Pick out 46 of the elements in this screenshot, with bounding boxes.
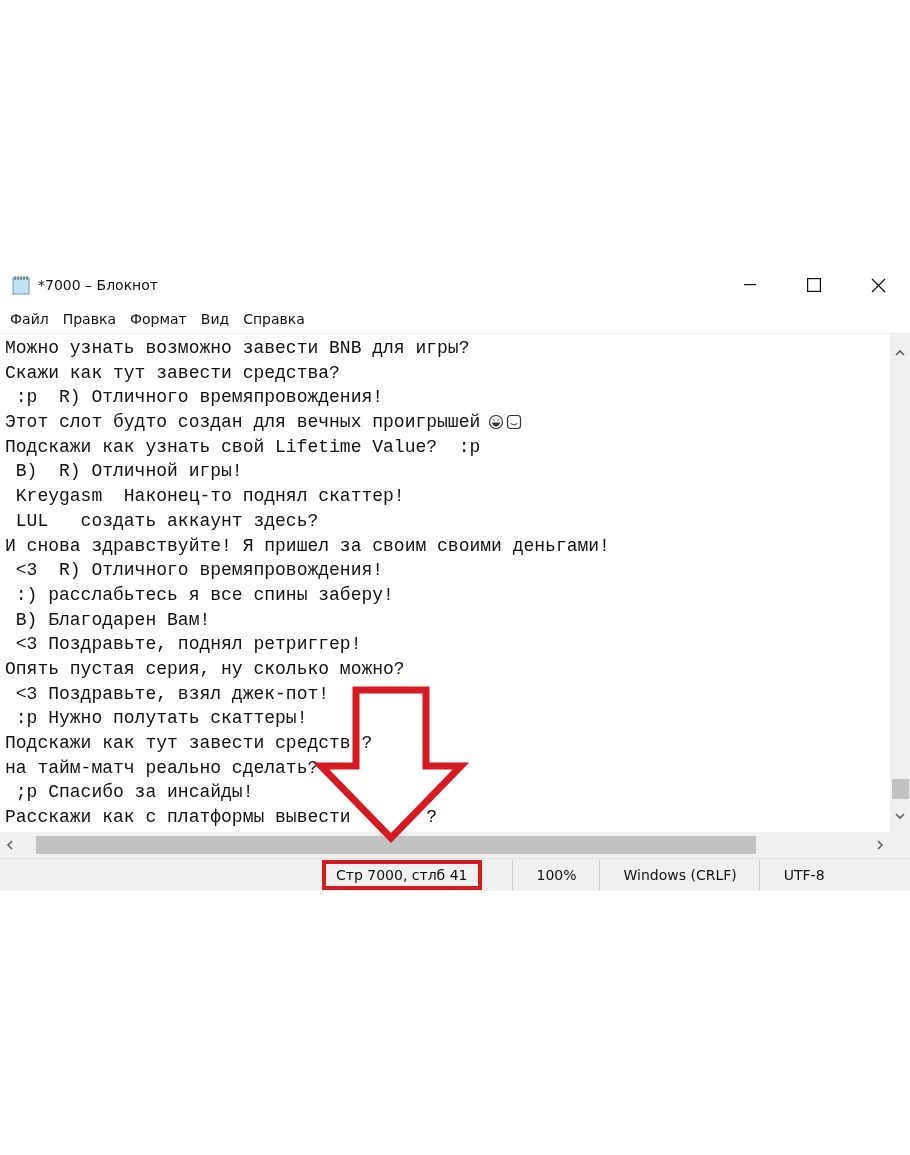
text-line: на тайм-матч реально сделать? bbox=[5, 756, 319, 780]
text-fragment: ? bbox=[361, 732, 373, 755]
menu-item[interactable]: Файл bbox=[4, 311, 57, 327]
text-line: B) R) Отличной игры! bbox=[14, 460, 243, 484]
text-line: Скажи как тут завести средства? bbox=[5, 361, 340, 385]
text-line: Расскажи как с платформы вывести bbox=[5, 806, 351, 830]
scroll-thumb[interactable] bbox=[891, 779, 909, 799]
text-line: :p Нужно полутать скаттеры! bbox=[14, 707, 308, 731]
text-line: И снова здравствуйте! Я пришел за своим своими деньгами! bbox=[5, 534, 610, 558]
scroll-right-icon[interactable] bbox=[876, 840, 884, 850]
text-fragment: ? bbox=[426, 806, 438, 830]
text-line: <3 R) Отличного времяпровождения! bbox=[14, 559, 384, 583]
text-line: Подскажи как тут завести средств bbox=[5, 732, 351, 755]
menu-item[interactable]: Формат bbox=[123, 311, 195, 327]
text-line: LUL создать аккаунт здесь? bbox=[14, 509, 319, 533]
text-line: Kreygasm Наконец-то поднял скаттер! bbox=[14, 485, 405, 509]
menu-item[interactable]: Правка bbox=[56, 311, 124, 327]
text-line: Этот слот будто создан для вечных проигрышей bbox=[5, 411, 481, 435]
horizontal-scrollbar[interactable] bbox=[0, 832, 910, 858]
scroll-down-icon[interactable] bbox=[895, 812, 905, 820]
text-line: :p R) Отличного времяпровождения! bbox=[14, 386, 384, 410]
maximize-icon bbox=[807, 278, 821, 292]
close-icon bbox=[870, 277, 886, 293]
text-line: <3 Поздравьте, поднял ретриггер! bbox=[14, 633, 362, 657]
notepad-icon bbox=[12, 275, 30, 295]
text-line: Можно узнать возможно завести BNB для игры? bbox=[5, 337, 470, 360]
text-line: B) Благодарен Вам! bbox=[14, 608, 211, 632]
smiley-icon bbox=[506, 414, 523, 431]
text-line: ;p Спасибо за инсайды! bbox=[14, 781, 254, 805]
vertical-scrollbar[interactable] bbox=[890, 334, 910, 832]
window-title: *7000 – Блокнот bbox=[38, 277, 159, 293]
scroll-up-icon[interactable] bbox=[895, 349, 905, 357]
status-text: UTF-8 bbox=[782, 866, 826, 885]
text-line: Опять пустая серия, ну сколько можно? bbox=[5, 657, 405, 681]
grinning-face-icon bbox=[488, 414, 505, 431]
menu-item[interactable]: Справка bbox=[237, 311, 313, 327]
text-line: <3 Поздравьте, взял джек-пот! bbox=[14, 682, 330, 706]
status-text: 100% bbox=[535, 866, 578, 885]
minimize-icon bbox=[744, 284, 756, 286]
status-text: Windows (CRLF) bbox=[622, 866, 738, 885]
scroll-thumb[interactable] bbox=[36, 836, 756, 854]
scroll-left-icon[interactable] bbox=[6, 840, 14, 850]
status-text: Стр 7000, стлб 41 bbox=[322, 860, 482, 890]
text-line: Подскажи как узнать свой Lifetime Value? :p bbox=[5, 435, 481, 459]
text-line: :) расслабьтесь я все спины заберу! bbox=[14, 583, 394, 607]
menu-item[interactable]: Вид bbox=[194, 311, 238, 327]
